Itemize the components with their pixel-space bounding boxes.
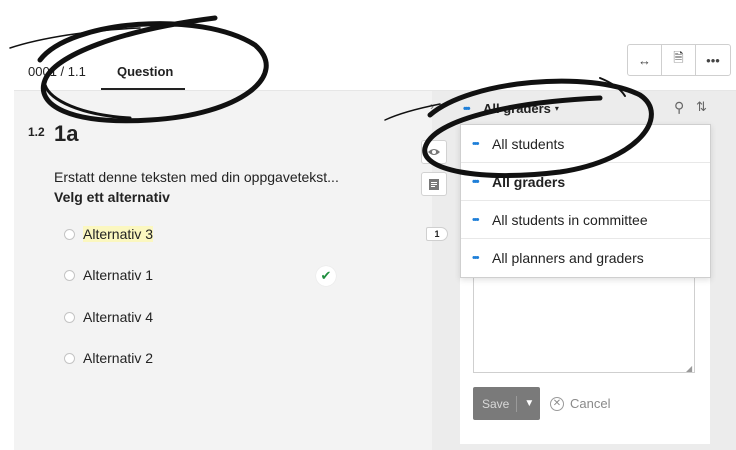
menu-item-label: All graders: [492, 173, 566, 190]
radio-button[interactable]: [64, 228, 75, 240]
scatter-dots-icon: •••: [472, 137, 480, 150]
option-alternativ-1[interactable]: Alternativ 1: [64, 267, 153, 283]
menu-item-all-students[interactable]: ••• All students: [461, 125, 710, 163]
save-label: Save: [473, 395, 518, 412]
sort-icon[interactable]: ⇅: [696, 99, 707, 115]
menu-item-label: All students in committee: [492, 211, 648, 228]
correct-check-icon: ✔: [316, 266, 336, 286]
question-pane: 1.2 1a Erstatt denne teksten med din opp…: [14, 91, 432, 450]
option-alternativ-4[interactable]: Alternativ 4: [64, 309, 153, 325]
tab-question[interactable]: Question: [117, 64, 173, 79]
resize-horizontal-icon[interactable]: ↔: [628, 45, 662, 75]
option-alternativ-3[interactable]: Alternativ 3: [64, 226, 154, 242]
cancel-label: Cancel: [570, 396, 611, 411]
more-icon[interactable]: •••: [696, 45, 730, 75]
grader-filter-dropdown[interactable]: ••• All graders ▾: [463, 101, 559, 116]
scatter-dots-icon: •••: [463, 102, 471, 115]
radio-button[interactable]: [64, 269, 75, 281]
eye-icon[interactable]: [421, 140, 447, 164]
option-label: Alternativ 4: [83, 309, 154, 325]
option-alternativ-2[interactable]: Alternativ 2: [64, 350, 153, 366]
search-icon[interactable]: ⚲: [674, 99, 684, 116]
menu-item-all-graders[interactable]: ••• All graders: [461, 163, 710, 201]
toolbar: ↔ 🗎 •••: [627, 44, 731, 76]
filter-label: All graders: [483, 101, 551, 116]
document-icon[interactable]: 🗎: [662, 45, 696, 75]
radio-button[interactable]: [64, 311, 75, 323]
resize-handle-icon[interactable]: ◢: [686, 364, 692, 373]
question-number: 1.2: [28, 125, 45, 139]
menu-item-label: All students: [492, 135, 565, 152]
question-title: 1a: [54, 121, 79, 146]
question-text: Erstatt denne teksten med din oppgavetek…: [54, 169, 339, 185]
comment-textarea[interactable]: [473, 275, 695, 373]
caret-down-icon[interactable]: ▼: [524, 398, 534, 409]
notes-icon[interactable]: [421, 172, 447, 196]
cancel-button[interactable]: ✕ Cancel: [550, 396, 610, 411]
close-circle-icon: ✕: [550, 396, 564, 411]
menu-item-label: All planners and graders: [492, 250, 644, 266]
grader-filter-menu: ••• All students ••• All graders ••• All…: [460, 124, 711, 278]
scatter-dots-icon: •••: [472, 213, 480, 226]
menu-item-all-planners-and-graders[interactable]: ••• All planners and graders: [461, 239, 710, 277]
comment-count-badge[interactable]: 1: [426, 227, 448, 241]
header-bar: 0001 / 1.1 Question ↔ 🗎 •••: [0, 0, 736, 90]
option-label: Alternativ 1: [83, 267, 154, 283]
scatter-dots-icon: •••: [472, 252, 480, 264]
radio-button[interactable]: [64, 352, 75, 364]
option-label: Alternativ 3: [83, 226, 154, 242]
save-button[interactable]: Save ▼: [473, 387, 540, 420]
menu-item-all-students-in-committee[interactable]: ••• All students in committee: [461, 201, 710, 239]
tab-question-id[interactable]: 0001 / 1.1: [28, 64, 86, 79]
chevron-right-icon[interactable]: ›: [430, 99, 434, 113]
option-label: Alternativ 2: [83, 350, 154, 366]
question-instruction: Velg ett alternativ: [54, 189, 170, 205]
scatter-dots-icon: •••: [472, 175, 480, 188]
caret-down-icon: ▾: [554, 104, 559, 113]
